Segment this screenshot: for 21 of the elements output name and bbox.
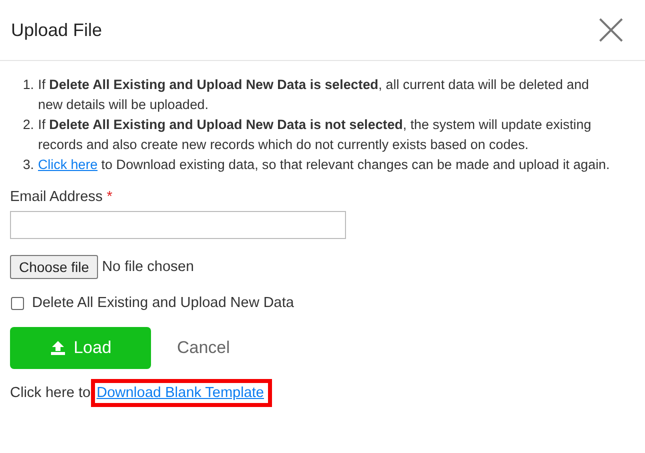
required-mark: *: [106, 189, 112, 205]
template-prefix: Click here to: [10, 385, 91, 401]
upload-icon: [50, 340, 66, 356]
file-status: No file chosen: [102, 259, 194, 275]
load-button[interactable]: Load: [10, 327, 151, 369]
close-icon[interactable]: [599, 18, 623, 42]
dialog-title: Upload File: [11, 20, 102, 40]
list-number: 1.: [22, 76, 34, 94]
instruction-text: Click here to Download existing data, so that relevant changes can be made and upload it again.: [38, 156, 610, 174]
email-field[interactable]: [10, 211, 346, 239]
list-number: 2.: [22, 116, 34, 134]
email-label: Email Address: [10, 189, 103, 205]
download-template-link[interactable]: Download Blank Template: [90, 379, 272, 407]
checkbox[interactable]: [11, 296, 24, 310]
choose-file-button[interactable]: Choose file: [10, 255, 98, 279]
list-number: 3.: [22, 156, 34, 174]
instruction-text: If Delete All Existing and Upload New Data is not selected, the system will update existing records and also create new records which do not currently exists based on codes.: [38, 116, 592, 154]
click-here-link[interactable]: Click here: [38, 157, 98, 172]
checkbox-label: Delete All Existing and Upload New Data: [32, 295, 294, 311]
instruction-text: If Delete All Existing and Upload New Data is selected, all current data will be deleted and new details will be uploaded.: [38, 76, 590, 114]
cancel-button[interactable]: Cancel: [177, 338, 230, 358]
